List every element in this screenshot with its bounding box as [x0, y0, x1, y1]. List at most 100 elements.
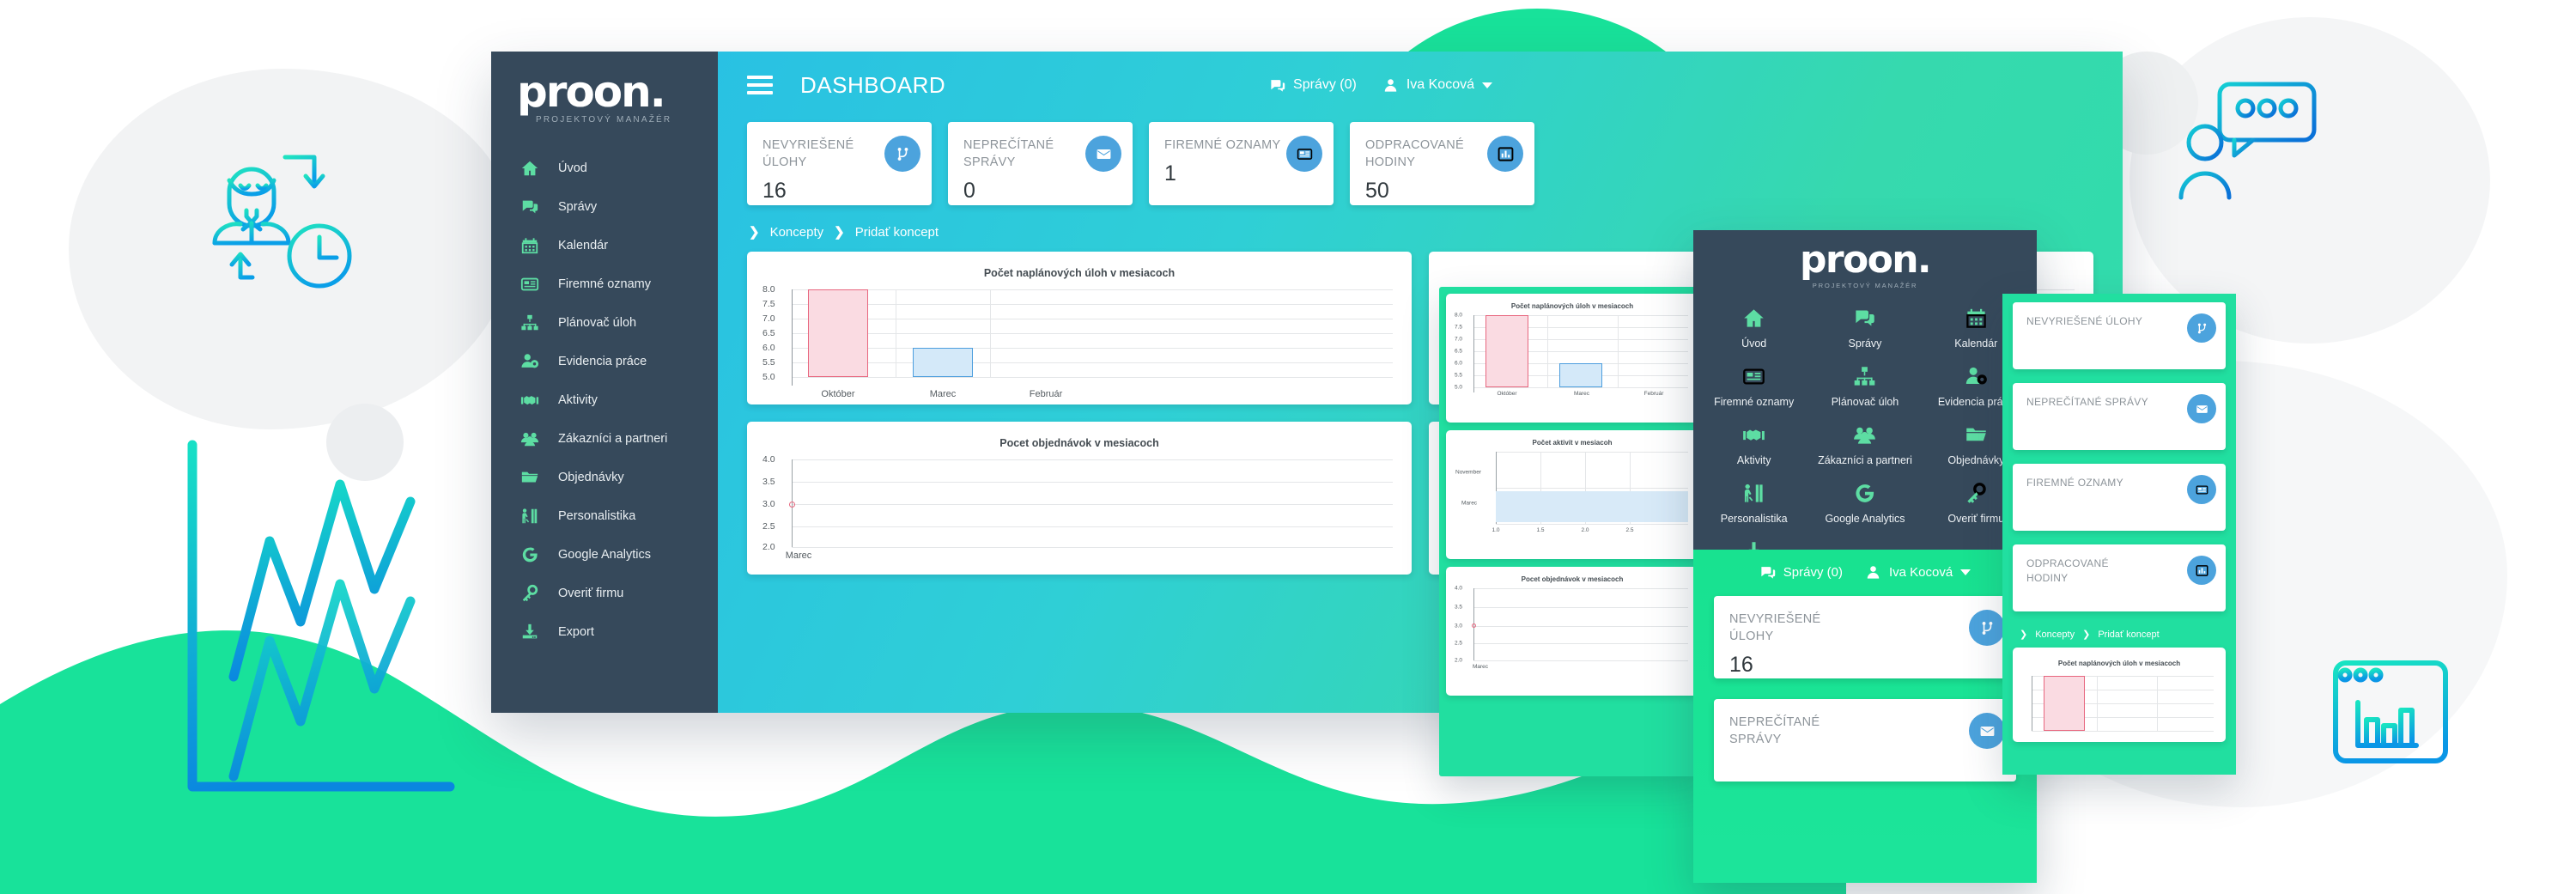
calendar-icon	[521, 237, 538, 253]
stat-card-title: NEPREČÍTANÉ SPRÁVY	[963, 138, 1054, 169]
data-point-marec	[1471, 623, 1476, 628]
right-tablet-card-1[interactable]: NEPREČÍTANÉ SPRÁVY	[2013, 383, 2226, 450]
sidebar-item-label: Overiť firmu	[558, 586, 624, 600]
key-icon	[1967, 483, 1986, 503]
envelope-icon	[1097, 149, 1110, 159]
sidebar-logo[interactable]: proon. PROJEKTOVÝ MANAŽÉR	[491, 52, 718, 125]
sidebar-item-11[interactable]: Overiť firmu	[491, 574, 718, 612]
bar-marec	[1559, 363, 1602, 387]
chart-card-planned-tasks: Počet naplánových úloh v mesiacoch 8.0 7…	[747, 252, 1412, 404]
x-tick: 2.0	[1581, 527, 1589, 533]
breadcrumb: ❯ Koncepty ❯ Pridať koncept	[2013, 625, 2226, 648]
plot-area: 4.0 3.5 3.0 2.5 2.0 Marec	[1455, 586, 1690, 672]
y-tick: 2.0	[1455, 657, 1463, 664]
breadcrumb-item-0[interactable]: Koncepty	[2035, 629, 2075, 640]
hamburger-icon[interactable]	[747, 71, 773, 99]
phone-menu-label: Objednávky	[1947, 454, 2005, 466]
sidebar-item-8[interactable]: Objednávky	[491, 458, 718, 496]
sidebar-item-label: Evidencia práce	[558, 354, 647, 368]
user-icon	[1384, 78, 1397, 92]
phone-menu-item-0[interactable]: Úvod	[1698, 307, 1809, 350]
browser-barchart-illustration	[2333, 660, 2448, 763]
sidebar-item-12[interactable]: Export	[491, 612, 718, 651]
phone-menu-item-3[interactable]: Firemné oznamy	[1698, 365, 1809, 408]
x-tick: Marec	[929, 389, 957, 399]
sidebar-item-10[interactable]: Google Analytics	[491, 535, 718, 574]
chat-icon	[1271, 79, 1285, 92]
data-point-marec	[789, 502, 795, 508]
sidebar-item-label: Plánovač úloh	[558, 315, 637, 330]
y-tick: 7.5	[762, 299, 775, 309]
phone-stat-card-0[interactable]: NEVYRIEŠENÉ ÚLOHY 16	[1714, 596, 2016, 678]
breadcrumb-item-1[interactable]: Pridať koncept	[855, 225, 939, 240]
right-tablet-card-3[interactable]: ODPRACOVANÉ HODINY	[2013, 544, 2226, 611]
home-icon	[521, 161, 538, 175]
breadcrumb-item-0[interactable]: Koncepty	[770, 225, 824, 240]
phone-menu-item-4[interactable]: Plánovač úloh	[1809, 365, 1920, 408]
sidebar-item-1[interactable]: Správy	[491, 187, 718, 226]
person-time-sync-illustration	[212, 155, 352, 289]
messages-link[interactable]: Správy (0)	[1269, 77, 1357, 94]
stat-card-icon-bubble	[1969, 610, 2005, 646]
phone-menu-item-6[interactable]: Aktivity	[1698, 423, 1809, 466]
user-menu[interactable]: Iva Kocová	[1865, 564, 1971, 581]
stat-card-2[interactable]: FIREMNÉ OZNAMY 1	[1149, 122, 1334, 205]
stat-card-value: 0	[963, 179, 975, 203]
sidebar-item-label: Personalistika	[558, 508, 636, 523]
phone-logo[interactable]: proon. PROJEKTOVÝ MANAŽÉR	[1693, 230, 2037, 290]
sidebar-item-0[interactable]: Úvod	[491, 149, 718, 187]
handshake-icon	[520, 395, 539, 404]
y-tick: 6.5	[762, 328, 775, 338]
user-menu[interactable]: Iva Kocová	[1382, 77, 1492, 94]
right-tablet-card-2[interactable]: FIREMNÉ OZNAMY	[2013, 464, 2226, 531]
phone-menu-label: Úvod	[1741, 338, 1767, 350]
sidebar-item-6[interactable]: Aktivity	[491, 380, 718, 419]
phone-menu-label: Personalistika	[1720, 513, 1788, 525]
stat-card-3[interactable]: ODPRACOVANÉ HODINY 50	[1350, 122, 1534, 205]
phone-menu-item-9[interactable]: Personalistika	[1698, 482, 1809, 525]
stat-cards-row: NEVYRIEŠENÉ ÚLOHY 16 NEPREČÍTANÉ SPRÁVY 0 FI…	[718, 119, 2123, 205]
right-tablet-cards: NEVYRIEŠENÉ ÚLOHY NEPREČÍTANÉ SPRÁVY FIREM…	[2013, 302, 2226, 611]
phone-menu-item-1[interactable]: Správy	[1809, 307, 1920, 350]
stat-card-title: NEVYRIEŠENÉ ÚLOHY	[2026, 315, 2143, 327]
stat-card-title: NEVYRIEŠENÉ ÚLOHY	[1729, 612, 1821, 643]
right-tablet-card-0[interactable]: NEVYRIEŠENÉ ÚLOHY	[2013, 302, 2226, 369]
stat-card-0[interactable]: NEVYRIEŠENÉ ÚLOHY 16	[747, 122, 932, 205]
stat-card-icon-bubble	[1286, 136, 1322, 172]
y-tick: November	[1455, 469, 1481, 476]
home-icon	[1744, 309, 1764, 327]
news-icon	[1297, 148, 1312, 160]
barchart-icon	[2196, 564, 2208, 576]
breadcrumb-item-1[interactable]: Pridať koncept	[2098, 629, 2159, 640]
user-name: Iva Kocová	[1406, 77, 1474, 92]
sidebar-item-3[interactable]: Firemné oznamy	[491, 265, 718, 303]
sidebar-item-9[interactable]: Personalistika	[491, 496, 718, 535]
bar-oktober	[808, 289, 868, 377]
sidebar-item-4[interactable]: Plánovač úloh	[491, 303, 718, 342]
chart-title: Počet naplánových úloh v mesiacoch	[1510, 302, 1634, 310]
sidebar-item-label: Firemné oznamy	[558, 277, 651, 291]
stat-card-icon-bubble	[2187, 556, 2216, 585]
sidebar-item-5[interactable]: Evidencia práce	[491, 342, 718, 380]
phone-menu-item-7[interactable]: Zákazníci a partneri	[1809, 423, 1920, 466]
phone-menu-item-10[interactable]: Google Analytics	[1809, 482, 1920, 525]
user-gear-icon	[521, 353, 539, 368]
messages-link[interactable]: Správy (0)	[1759, 564, 1843, 581]
y-tick: 5.0	[1455, 384, 1463, 391]
stat-card-icon-bubble	[2187, 475, 2216, 504]
chevron-right-icon: ❯	[2082, 629, 2091, 640]
bar-oktober	[1485, 315, 1528, 387]
x-tick: Marec	[1573, 391, 1590, 397]
plot-area: 8.0 7.5 7.0 6.5 6.0 5.5 5.0 Október Mare…	[1455, 313, 1690, 399]
chat-icon	[522, 200, 538, 213]
folder-icon	[521, 471, 538, 482]
stat-card-value: 50	[1365, 179, 1389, 203]
page-title: DASHBOARD	[800, 71, 946, 98]
phone-stat-card-1[interactable]: NEPREČÍTANÉ SPRÁVY	[1714, 699, 2016, 781]
sidebar-item-7[interactable]: Zákazníci a partneri	[491, 419, 718, 458]
stat-card-1[interactable]: NEPREČÍTANÉ SPRÁVY 0	[948, 122, 1133, 205]
tablet-chart-activities: Počet aktivít v mesiacoh November Marec …	[1446, 430, 1698, 559]
envelope-icon	[1980, 726, 1994, 736]
sidebar-item-2[interactable]: Kalendár	[491, 226, 718, 265]
chevron-right-icon: ❯	[2020, 629, 2028, 640]
